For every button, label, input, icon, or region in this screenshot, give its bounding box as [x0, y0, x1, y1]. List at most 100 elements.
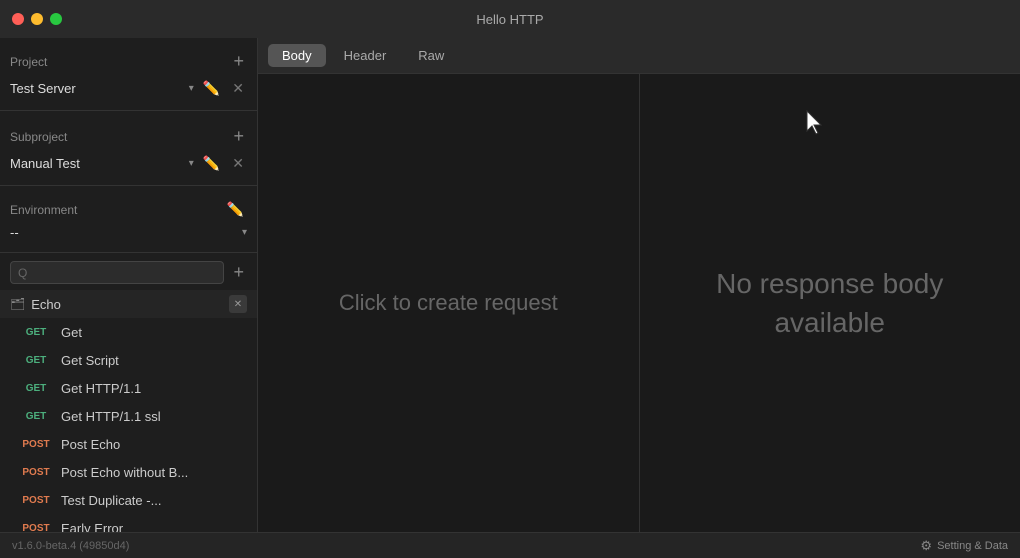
request-name: Get HTTP/1.1 ssl — [61, 409, 201, 424]
divider-1 — [0, 110, 257, 111]
request-list: 🗂 Echo ✕ GET Get + ✕ GET Get Script + — [0, 290, 257, 532]
project-value: Test Server — [10, 81, 183, 96]
add-item-button[interactable]: + — [208, 435, 226, 453]
add-item-button[interactable]: + — [208, 407, 226, 425]
list-item[interactable]: GET Get Script + ✕ — [0, 346, 257, 374]
search-area: Q + — [0, 255, 257, 290]
group-name: Echo — [31, 297, 61, 312]
method-badge: POST — [18, 494, 54, 507]
minimize-button[interactable] — [31, 13, 43, 25]
method-badge: GET — [18, 326, 54, 339]
add-item-button[interactable]: + — [208, 463, 226, 481]
subproject-label: Subproject — [10, 130, 67, 144]
environment-header-row: Environment ✏️ — [10, 196, 247, 223]
add-item-button[interactable]: + — [208, 491, 226, 509]
remove-item-button[interactable]: ✕ — [229, 351, 247, 369]
search-input[interactable] — [31, 265, 216, 280]
group-label: 🗂 Echo — [10, 297, 61, 312]
request-name: Test Duplicate -... — [61, 493, 201, 508]
remove-item-button[interactable]: ✕ — [229, 435, 247, 453]
request-name: Get HTTP/1.1 — [61, 381, 201, 396]
subproject-dropdown-icon[interactable]: ▾ — [189, 158, 194, 169]
search-icon: Q — [18, 266, 27, 280]
tab-header[interactable]: Header — [330, 44, 401, 67]
environment-value: -- — [10, 225, 236, 240]
project-header-row: Project + — [10, 46, 247, 77]
project-dropdown-icon[interactable]: ▾ — [189, 83, 194, 94]
add-item-button[interactable]: + — [208, 351, 226, 369]
environment-label: Environment — [10, 203, 77, 217]
method-badge: GET — [18, 410, 54, 423]
edit-subproject-button[interactable]: ✏️ — [200, 154, 223, 173]
add-project-button[interactable]: + — [230, 50, 247, 73]
request-name: Early Error — [61, 521, 201, 533]
list-item[interactable]: POST Post Echo + ✕ — [0, 430, 257, 458]
divider-3 — [0, 252, 257, 253]
method-badge: GET — [18, 354, 54, 367]
tab-raw[interactable]: Raw — [404, 44, 458, 67]
create-request-text: Click to create request — [339, 290, 558, 316]
environment-section: Environment ✏️ -- ▾ — [0, 188, 257, 250]
version-text: v1.6.0-beta.4 (49850d4) — [12, 540, 129, 552]
group-echo[interactable]: 🗂 Echo ✕ — [0, 290, 257, 318]
main-layout: Project + Test Server ▾ ✏️ ✕ Subproject … — [0, 38, 1020, 532]
tab-body[interactable]: Body — [268, 44, 326, 67]
project-value-row: Test Server ▾ ✏️ ✕ — [10, 77, 247, 104]
remove-item-button[interactable]: ✕ — [229, 379, 247, 397]
settings-button[interactable]: ⚙ Setting & Data — [920, 538, 1008, 554]
close-button[interactable] — [12, 13, 24, 25]
statusbar: v1.6.0-beta.4 (49850d4) ⚙ Setting & Data — [0, 532, 1020, 558]
app-title: Hello HTTP — [476, 12, 543, 27]
subproject-value: Manual Test — [10, 156, 183, 171]
request-name: Post Echo — [61, 437, 201, 452]
no-response-area: No response bodyavailable — [640, 74, 1020, 532]
request-name: Get — [61, 325, 201, 340]
no-response-text: No response bodyavailable — [696, 244, 963, 362]
create-request-area[interactable]: Click to create request — [258, 74, 640, 532]
list-item[interactable]: GET Get HTTP/1.1 + ✕ — [0, 374, 257, 402]
content-area: Click to create request No response body… — [258, 74, 1020, 532]
project-label: Project — [10, 55, 47, 69]
settings-label: Setting & Data — [937, 540, 1008, 552]
sidebar: Project + Test Server ▾ ✏️ ✕ Subproject … — [0, 38, 258, 532]
remove-item-button[interactable]: ✕ — [229, 491, 247, 509]
method-badge: GET — [18, 382, 54, 395]
remove-item-button[interactable]: ✕ — [229, 519, 247, 532]
subproject-section: Subproject + Manual Test ▾ ✏️ ✕ — [0, 113, 257, 183]
remove-item-button[interactable]: ✕ — [229, 463, 247, 481]
remove-subproject-button[interactable]: ✕ — [229, 154, 247, 173]
add-item-button[interactable]: + — [208, 519, 226, 532]
list-item[interactable]: POST Early Error + ✕ — [0, 514, 257, 532]
remove-item-button[interactable]: ✕ — [229, 407, 247, 425]
folder-icon: 🗂 — [10, 297, 25, 311]
method-badge: POST — [18, 522, 54, 533]
right-area: Body Header Raw Click to create request … — [258, 38, 1020, 532]
add-item-button[interactable]: + — [208, 323, 226, 341]
traffic-lights — [12, 13, 62, 25]
add-subproject-button[interactable]: + — [230, 125, 247, 148]
subproject-value-row: Manual Test ▾ ✏️ ✕ — [10, 152, 247, 179]
edit-environment-button[interactable]: ✏️ — [224, 200, 247, 219]
method-badge: POST — [18, 466, 54, 479]
request-name: Get Script — [61, 353, 201, 368]
edit-project-button[interactable]: ✏️ — [200, 79, 223, 98]
list-item[interactable]: POST Post Echo without B... + ✕ — [0, 458, 257, 486]
environment-dropdown-icon[interactable]: ▾ — [242, 227, 247, 238]
add-item-button[interactable]: + — [208, 379, 226, 397]
remove-group-button[interactable]: ✕ — [229, 295, 247, 313]
list-item[interactable]: GET Get HTTP/1.1 ssl + ✕ — [0, 402, 257, 430]
project-section: Project + Test Server ▾ ✏️ ✕ — [0, 38, 257, 108]
maximize-button[interactable] — [50, 13, 62, 25]
response-tabs: Body Header Raw — [258, 38, 1020, 74]
titlebar: Hello HTTP — [0, 0, 1020, 38]
request-name: Post Echo without B... — [61, 465, 201, 480]
remove-project-button[interactable]: ✕ — [229, 79, 247, 98]
search-input-wrap[interactable]: Q — [10, 261, 224, 284]
cursor-indicator — [803, 109, 825, 142]
list-item[interactable]: GET Get + ✕ — [0, 318, 257, 346]
list-item[interactable]: POST Test Duplicate -... + ✕ — [0, 486, 257, 514]
environment-value-row: -- ▾ — [10, 223, 247, 246]
add-request-button[interactable]: + — [230, 261, 247, 284]
divider-2 — [0, 185, 257, 186]
remove-item-button[interactable]: ✕ — [229, 323, 247, 341]
